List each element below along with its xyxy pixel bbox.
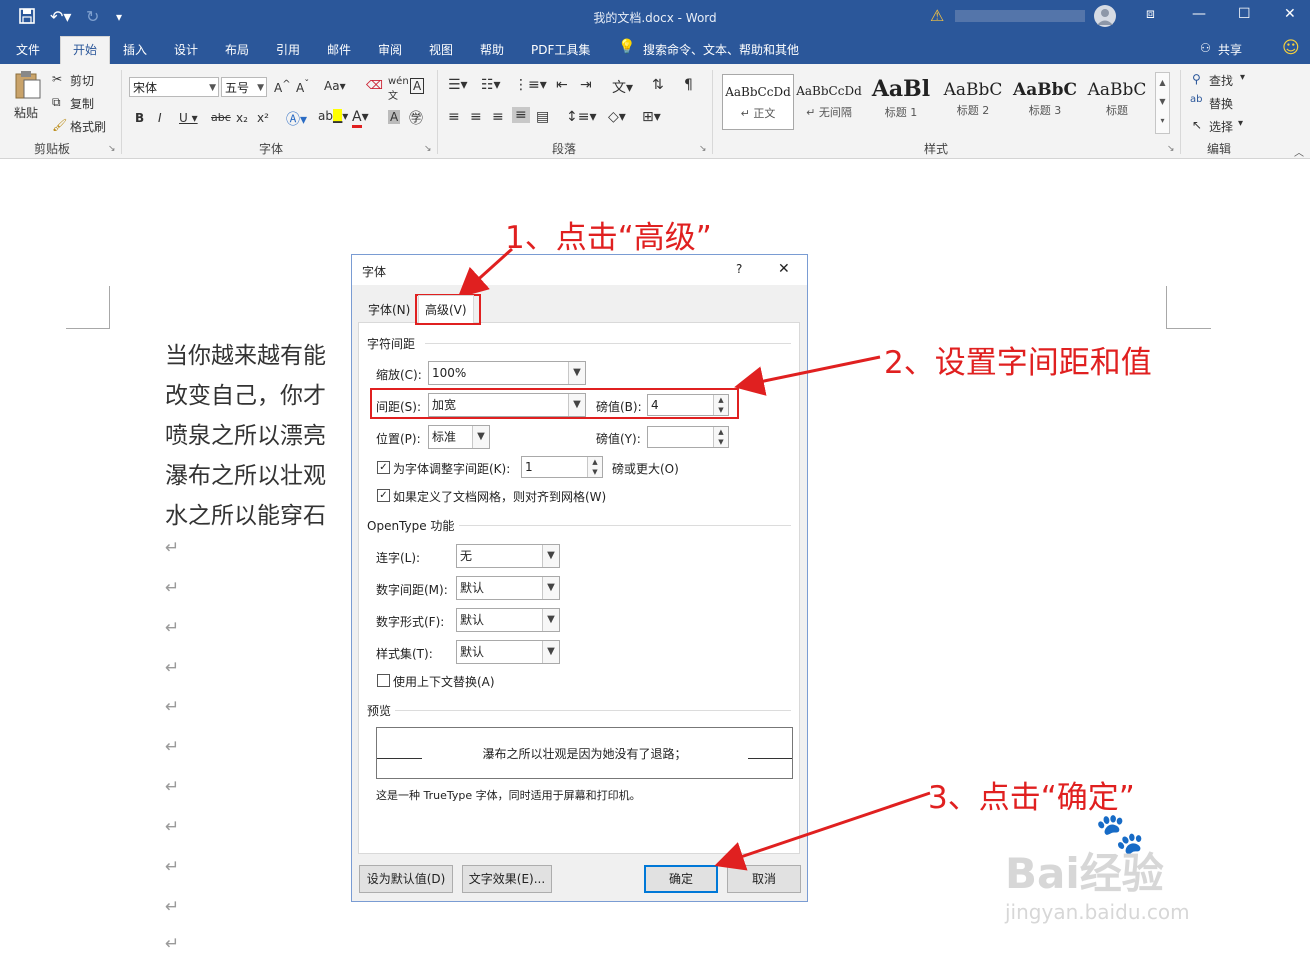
annotation-step-2: 2、设置字间距和值 — [884, 345, 1152, 381]
watermark-url: jingyan.baidu.com — [1005, 900, 1190, 924]
arrow-to-spacing — [734, 355, 881, 396]
arrow-to-ok-button — [714, 791, 931, 871]
watermark-brand: Bai经验 — [1005, 849, 1164, 898]
watermark: 🐾 Bai经验 jingyan.baidu.com — [1000, 810, 1260, 930]
tab-advanced[interactable]: 高级(V) — [418, 295, 474, 323]
annotation-step-1: 1、点击“高级” — [505, 220, 712, 256]
